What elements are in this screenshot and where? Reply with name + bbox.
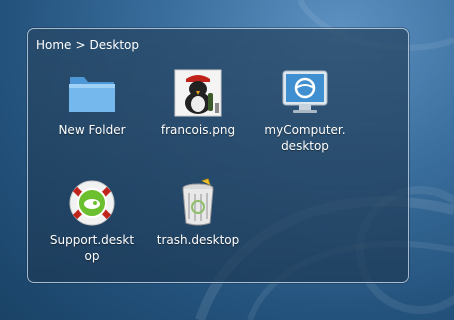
computer-monitor-icon xyxy=(282,70,328,113)
lifebuoy-support-icon xyxy=(69,180,115,226)
folder-icon xyxy=(69,77,115,112)
desktop-item-trash[interactable]: trash.desktop xyxy=(150,177,246,248)
desktop-item-support[interactable]: Support.deskt op xyxy=(44,177,140,264)
breadcrumb: Home > Desktop xyxy=(36,38,139,52)
desktop-item-new-folder[interactable]: New Folder xyxy=(44,67,140,138)
breadcrumb-desktop[interactable]: Desktop xyxy=(90,38,140,52)
item-label: Support.deskt op xyxy=(49,233,135,263)
item-label: francois.png xyxy=(160,123,236,137)
desktop-item-my-computer[interactable]: myComputer. desktop xyxy=(257,67,353,154)
item-label: New Folder xyxy=(58,123,126,137)
desktop-item-francois[interactable]: francois.png xyxy=(150,67,246,138)
penguin-image-icon xyxy=(174,69,222,117)
trash-icon xyxy=(182,178,214,226)
folder-view-panel: Home > Desktop New Folder francois.png m… xyxy=(27,28,409,283)
breadcrumb-separator: > xyxy=(75,38,86,52)
item-label: trash.desktop xyxy=(156,233,240,247)
breadcrumb-home[interactable]: Home xyxy=(36,38,71,52)
item-label: myComputer. desktop xyxy=(264,123,346,153)
